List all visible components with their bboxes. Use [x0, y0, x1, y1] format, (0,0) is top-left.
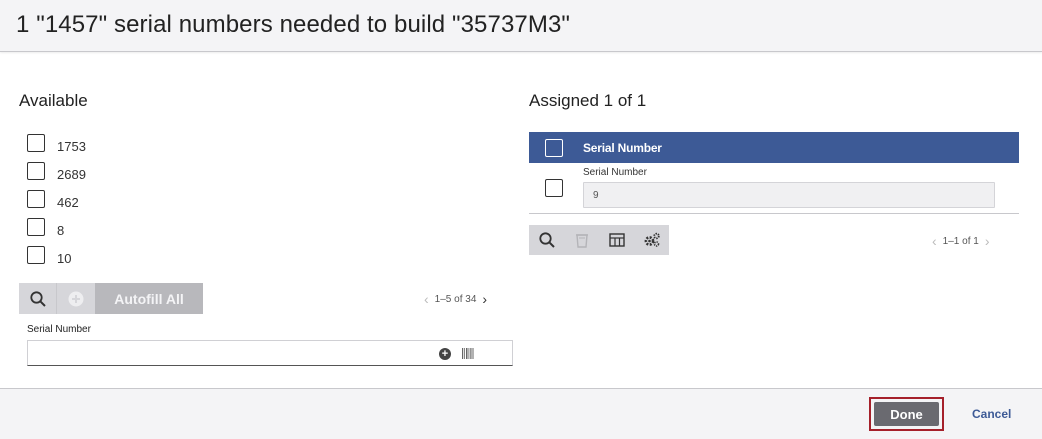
add-circle-icon: [68, 291, 84, 306]
table-row: Serial Number 9: [529, 163, 1019, 214]
available-toolbar: Autofill All: [19, 283, 203, 314]
chevron-left-icon[interactable]: ‹: [418, 291, 435, 307]
item-label: 2689: [57, 167, 86, 182]
search-icon: [29, 290, 46, 307]
chevron-right-icon[interactable]: ›: [979, 233, 996, 249]
table-columns-button[interactable]: [599, 225, 634, 255]
dialog-header: 1 "1457" serial numbers needed to build …: [0, 0, 1042, 52]
item-label: 462: [57, 195, 79, 210]
assigned-toolbar: [529, 225, 669, 255]
select-all-checkbox[interactable]: [545, 139, 563, 157]
delete-button[interactable]: [564, 225, 599, 255]
available-pager: ‹ 1–5 of 34 ›: [418, 291, 493, 307]
chevron-right-icon[interactable]: ›: [476, 291, 493, 307]
assigned-table-header: Serial Number: [529, 132, 1019, 163]
item-checkbox[interactable]: [27, 218, 45, 236]
row-serial-input[interactable]: 9: [583, 182, 995, 208]
add-serial-icon[interactable]: +: [439, 348, 451, 360]
barcode-icon[interactable]: [462, 348, 474, 359]
item-checkbox[interactable]: [27, 162, 45, 180]
table-columns-icon: [608, 233, 625, 247]
pager-text: 1–5 of 34: [434, 293, 477, 305]
done-button[interactable]: Done: [874, 402, 939, 426]
settings-button[interactable]: [634, 225, 669, 255]
row-checkbox[interactable]: [545, 179, 563, 197]
autofill-all-button[interactable]: Autofill All: [95, 283, 203, 314]
assigned-title: Assigned 1 of 1: [529, 91, 647, 110]
item-label: 10: [57, 251, 72, 266]
serial-number-input[interactable]: [34, 344, 434, 362]
available-title: Available: [19, 91, 88, 110]
search-button[interactable]: [19, 283, 57, 314]
item-checkbox[interactable]: [27, 246, 45, 264]
item-label: 1753: [57, 139, 86, 154]
add-button[interactable]: [57, 283, 95, 314]
pager-text: 1–1 of 1: [942, 235, 979, 247]
item-label: 8: [57, 223, 65, 238]
row-serial-value: 9: [593, 190, 599, 201]
assigned-pager: ‹ 1–1 of 1 ›: [926, 233, 996, 249]
row-field-label: Serial Number: [583, 167, 647, 178]
cancel-button[interactable]: Cancel: [972, 407, 1011, 421]
search-button[interactable]: [529, 225, 564, 255]
item-checkbox[interactable]: [27, 190, 45, 208]
chevron-left-icon[interactable]: ‹: [926, 233, 943, 249]
delete-icon: [575, 234, 588, 248]
serial-number-label: Serial Number: [27, 324, 91, 335]
item-checkbox[interactable]: [27, 134, 45, 152]
search-icon: [538, 232, 555, 248]
settings-gears-icon: [644, 232, 660, 247]
serial-number-field: +: [27, 340, 513, 366]
column-header-serial-number[interactable]: Serial Number: [583, 141, 662, 155]
dialog-title: 1 "1457" serial numbers needed to build …: [16, 11, 571, 38]
